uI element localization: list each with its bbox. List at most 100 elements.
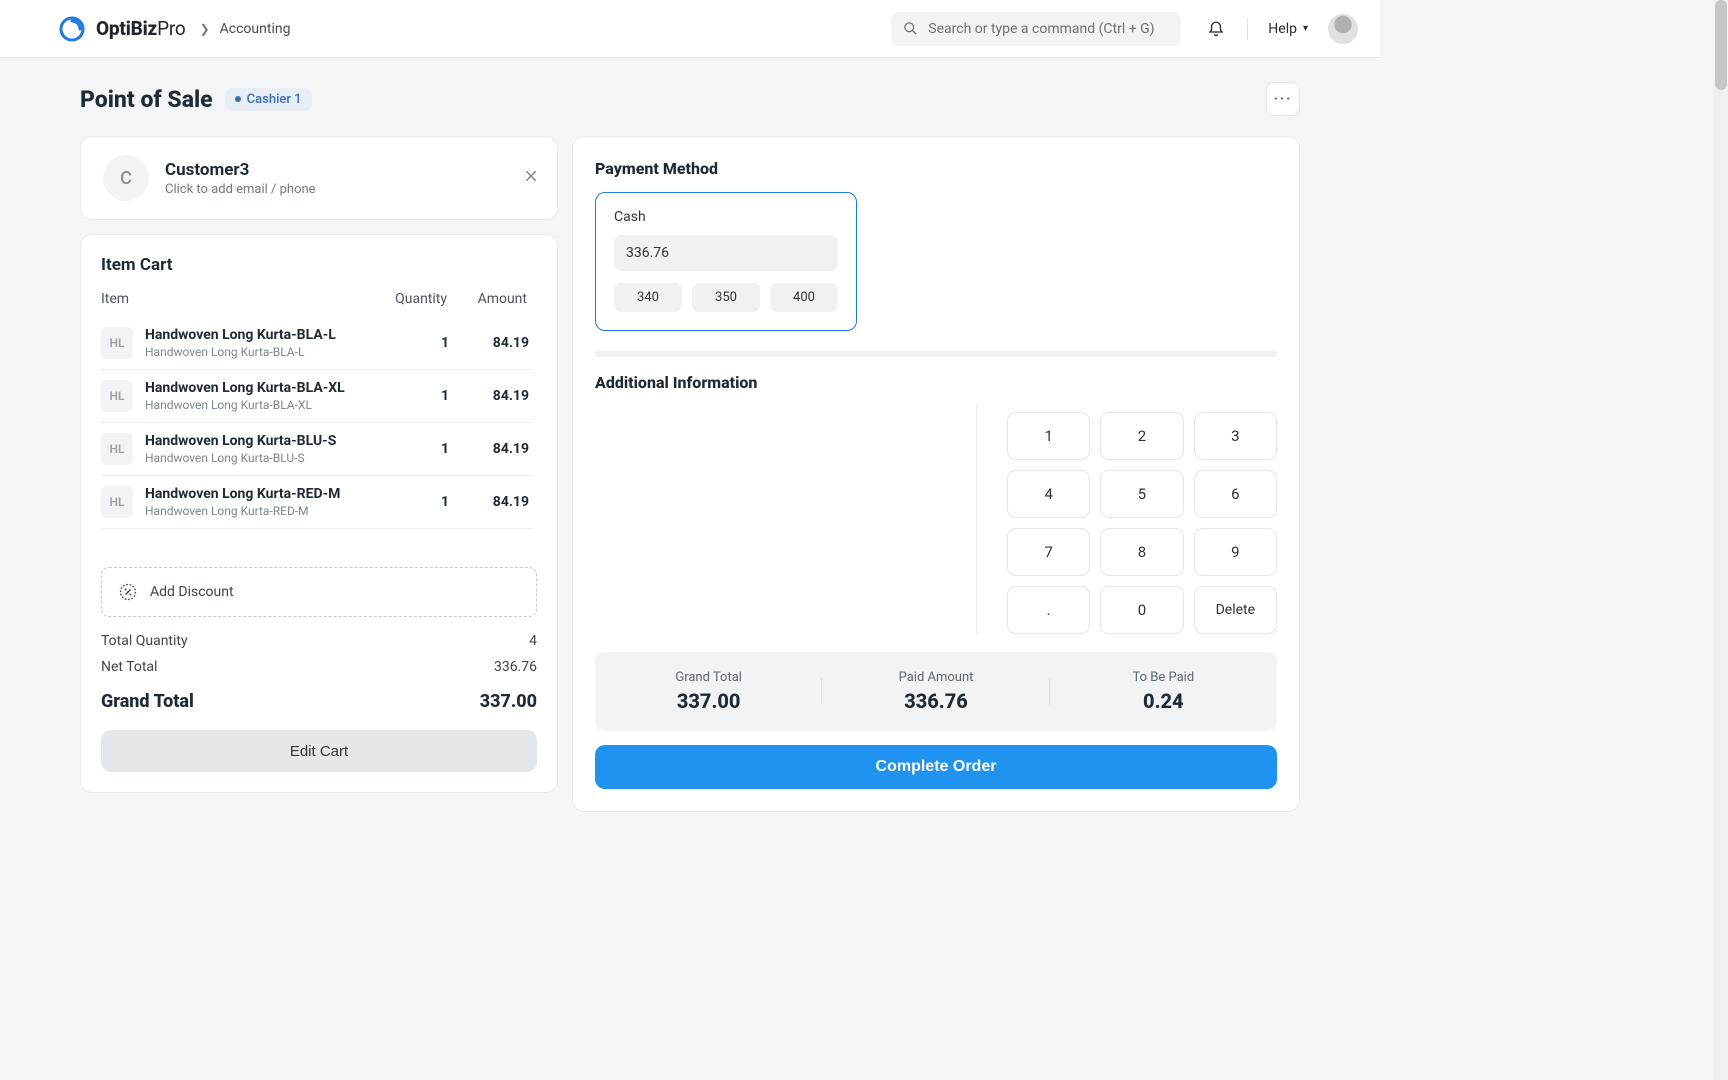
totals: Total Quantity4 Net Total336.76 Grand To…: [101, 633, 537, 712]
numpad: 123 456 789.0Delete: [977, 404, 1277, 634]
payment-amount-input[interactable]: 336.76: [614, 235, 838, 271]
item-name: Handwoven Long Kurta-RED-M: [145, 486, 379, 502]
search-placeholder: Search or type a command (Ctrl + G): [928, 21, 1154, 37]
complete-order-button[interactable]: Complete Order: [595, 745, 1277, 789]
discount-icon: [118, 582, 138, 602]
quick-amount-chip[interactable]: 340: [614, 283, 682, 312]
breadcrumb[interactable]: Accounting: [220, 21, 291, 37]
remove-customer-button[interactable]: [523, 168, 539, 188]
more-button[interactable]: ···: [1266, 82, 1300, 116]
numpad-delete[interactable]: Delete: [1194, 586, 1277, 634]
brand-text-bold: OptiBiz: [96, 17, 157, 40]
summary-paid-label: Paid Amount: [822, 670, 1049, 685]
brand[interactable]: OptiBizPro: [58, 15, 186, 43]
summary-tbp-label: To Be Paid: [1050, 670, 1277, 685]
cart-row[interactable]: HLHandwoven Long Kurta-BLU-SHandwoven Lo…: [101, 423, 533, 476]
page-scrollbar[interactable]: [1714, 0, 1728, 1080]
customer-avatar: C: [103, 155, 149, 201]
item-sku: Handwoven Long Kurta-BLA-XL: [145, 398, 379, 412]
item-qty: 1: [379, 388, 449, 404]
item-amount: 84.19: [449, 494, 529, 510]
item-qty: 1: [379, 441, 449, 457]
grand-total-value: 337.00: [480, 691, 537, 712]
cart-columns: Item Quantity Amount: [101, 291, 537, 317]
quick-amount-chip[interactable]: 350: [692, 283, 760, 312]
payment-method-title: Payment Method: [595, 159, 1277, 178]
help-menu[interactable]: Help ▾: [1268, 21, 1308, 37]
item-qty: 1: [379, 335, 449, 351]
item-amount: 84.19: [449, 388, 529, 404]
net-total-value: 336.76: [494, 659, 537, 675]
numpad-8[interactable]: 8: [1100, 528, 1183, 576]
section-divider: [595, 351, 1277, 357]
payment-method-label: Cash: [614, 209, 838, 225]
net-total-label: Net Total: [101, 659, 157, 675]
summary-grand-label: Grand Total: [595, 670, 822, 685]
cart-list[interactable]: HL Handwoven Long Kurta-BLA-L Handwoven Lo…: [101, 317, 537, 529]
summary-paid-value: 336.76: [822, 689, 1049, 713]
customer-name: Customer3: [165, 160, 316, 180]
cart-row[interactable]: HL Handwoven Long Kurta-BLA-XL Handwoven L…: [101, 370, 533, 423]
payment-method-cash[interactable]: Cash 336.76 340 350 400: [595, 192, 857, 331]
add-discount-button[interactable]: Add Discount: [101, 567, 537, 617]
numpad-2[interactable]: 2: [1100, 412, 1183, 460]
brand-text: OptiBizPro: [96, 17, 186, 40]
numpad-6[interactable]: 6: [1194, 470, 1277, 518]
brand-text-thin: Pro: [157, 17, 185, 40]
numpad-5[interactable]: 5: [1100, 470, 1183, 518]
quick-amounts: 340 350 400: [614, 283, 838, 312]
numpad-1[interactable]: 1: [1007, 412, 1090, 460]
profile-badge[interactable]: Cashier 1: [225, 88, 312, 111]
item-thumb: HL: [101, 433, 133, 465]
quick-amount-chip[interactable]: 400: [770, 283, 838, 312]
notifications-button[interactable]: [1205, 18, 1227, 40]
item-qty: 1: [379, 494, 449, 510]
cart-row[interactable]: HL Handwoven Long Kurta-BLA-L Handwoven Lo…: [101, 317, 533, 370]
item-amount: 84.19: [449, 335, 529, 351]
cart-card: Item Cart Item Quantity Amount HL Handwov…: [80, 234, 558, 793]
customer-card[interactable]: C Customer3 Click to add email / phone: [80, 136, 558, 220]
profile-badge-label: Cashier 1: [247, 92, 302, 107]
page-title: Point of Sale: [80, 86, 213, 113]
numpad-4[interactable]: 4: [1007, 470, 1090, 518]
chevron-down-icon: ▾: [1303, 23, 1308, 34]
customer-subtitle: Click to add email / phone: [165, 182, 316, 197]
divider: [1247, 18, 1248, 40]
search-icon: [903, 21, 918, 36]
ellipsis-icon: ···: [1274, 91, 1293, 107]
item-sku: Handwoven Long Kurta-RED-M: [145, 504, 379, 518]
cart-title: Item Cart: [101, 255, 537, 275]
search-input[interactable]: Search or type a command (Ctrl + G): [891, 12, 1181, 46]
item-sku: Handwoven Long Kurta-BLA-L: [145, 345, 379, 359]
help-label: Help: [1268, 21, 1297, 37]
item-name: Handwoven Long Kurta-BLU-S: [145, 433, 379, 449]
numpad-7[interactable]: 7: [1007, 528, 1090, 576]
total-qty-label: Total Quantity: [101, 633, 188, 649]
top-bar: OptiBizPro ❯ Accounting Search or type a…: [0, 0, 1380, 58]
item-amount: 84.19: [449, 441, 529, 457]
add-discount-label: Add Discount: [150, 584, 234, 600]
page-header: Point of Sale Cashier 1 ···: [80, 82, 1300, 116]
col-amount: Amount: [447, 291, 527, 307]
cart-row[interactable]: HL Handwoven Long Kurta-RED-M Handwoven Lo…: [101, 476, 533, 529]
item-name: Handwoven Long Kurta-BLA-XL: [145, 380, 379, 396]
scrollbar-thumb[interactable]: [1715, 0, 1727, 90]
chevron-right-icon: ❯: [200, 22, 210, 36]
numpad-3[interactable]: 3: [1194, 412, 1277, 460]
item-name: Handwoven Long Kurta-BLA-L: [145, 327, 379, 343]
additional-info-title: Additional Information: [595, 373, 1277, 392]
user-avatar[interactable]: [1328, 14, 1358, 44]
payment-summary: Grand Total 337.00 Paid Amount 336.76 To…: [595, 652, 1277, 731]
edit-cart-button[interactable]: Edit Cart: [101, 730, 537, 772]
additional-info-area[interactable]: [595, 404, 977, 634]
numpad-0[interactable]: 0: [1100, 586, 1183, 634]
item-thumb: HL: [101, 486, 133, 518]
summary-tbp-value: 0.24: [1050, 689, 1277, 713]
payment-card: Payment Method Cash 336.76 340350400 Add…: [572, 136, 1300, 812]
col-qty: Quantity: [377, 291, 447, 307]
item-thumb: HL: [101, 327, 133, 359]
numpad-dot[interactable]: .: [1007, 586, 1090, 634]
grand-total-label: Grand Total: [101, 691, 194, 712]
item-thumb: HL: [101, 380, 133, 412]
numpad-9[interactable]: 9: [1194, 528, 1277, 576]
